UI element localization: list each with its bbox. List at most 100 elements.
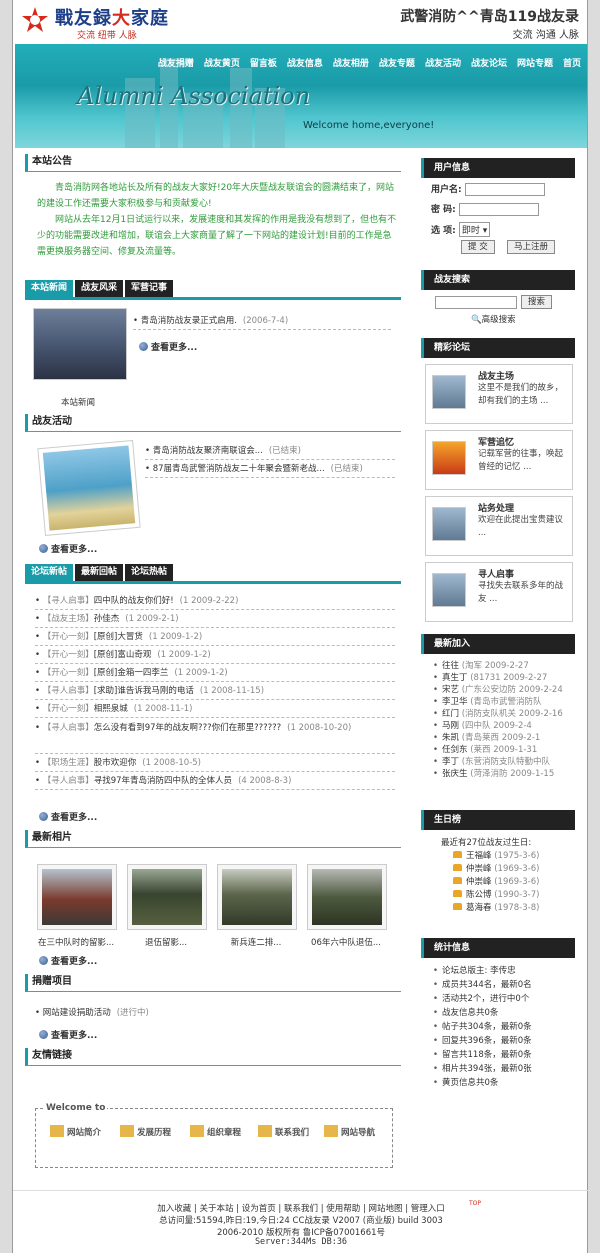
list-item[interactable]: 王福峰 (1975-3-6) [453,850,573,863]
activity-image[interactable] [37,439,141,537]
photo-caption[interactable]: 新兵连二排... [211,936,301,948]
list-item[interactable]: • 【开心一刻】[原创]富山奇观 (1 2009-1-2) [35,646,395,664]
tab-new-posts[interactable]: 论坛新帖 [25,564,74,581]
list-item[interactable]: 李卫华 (青岛市武警消防队 [433,696,583,708]
link-sitemap[interactable]: 网站导航 [324,1125,375,1138]
list-item[interactable]: • 网站建设捐助活动 (进行中) [35,1004,235,1022]
stat-item: 论坛总版主: 李传忠 [433,964,583,978]
tab-site-news[interactable]: 本站新闻 [25,280,74,297]
news-image[interactable] [33,308,127,380]
cake-icon [453,877,462,884]
tab-style[interactable]: 战友风采 [75,280,124,297]
nav-donate[interactable]: 战友捐赠 [158,59,194,69]
more-icon [39,812,48,821]
list-item[interactable]: 葛海春 (1978-3-8) [453,902,573,915]
list-item[interactable]: • 青岛消防战友聚济南联谊会... (已结束) [145,442,395,460]
forum-thumb [432,441,466,475]
donation-more-link[interactable]: 查看更多... [39,1028,97,1041]
links-title: 友情链接 [25,1048,401,1066]
news-image-caption: 本站新闻 [61,398,96,408]
activity-title: 战友活动 [25,414,401,432]
nav-yellowpages[interactable]: 战友黄页 [204,59,240,69]
search-button[interactable]: 搜索 [521,295,553,309]
link-contact[interactable]: 联系我们 [258,1125,309,1138]
list-item[interactable]: • 【寻人启事】怎么没有看到97年的战友啊???你们在那里?????? (1 20… [35,718,395,754]
list-item[interactable]: 张庆生 (菏泽消防 2009-1-15 [433,768,583,780]
photo-thumb[interactable] [307,864,387,930]
list-item[interactable]: 红门 (消防支队机关 2009-2-16 [433,708,583,720]
list-item[interactable]: • 【战友主场】孙佳杰 (1 2009-2-1) [35,610,395,628]
list-item[interactable]: 仲崇峰 (1969-3-6) [453,863,573,876]
nav-home[interactable]: 首页 [563,59,581,69]
tab-barracks[interactable]: 军营记事 [125,280,174,297]
list-item[interactable]: • 【开心一刻】[原创]大冒货 (1 2009-1-2) [35,628,395,646]
photo-caption[interactable]: 在三中队时的留影... [31,936,121,948]
footer-count: 总访问量:51594,昨日:19,今日:24 CC战友录 V2007 (商业版)… [159,1216,443,1226]
nav-site-topics[interactable]: 网站专题 [517,59,553,69]
forum-more-link[interactable]: 查看更多... [39,810,97,823]
list-item[interactable]: • 青岛消防战友录正式启用. (2006-7-4) [133,312,391,330]
forum-card[interactable]: 站务处理 欢迎在此提出宝贵建议 ... [425,496,573,556]
photo-thumb[interactable] [127,864,207,930]
tab-hot-posts[interactable]: 论坛热帖 [125,564,174,581]
list-item[interactable]: • 【职场生涯】股市欢迎你 (1 2008-10-5) [35,754,395,772]
forums-panel-title: 精彩论坛 [421,338,575,358]
footer-links[interactable]: 加入收藏 | 关于本站 | 设为首页 | 联系我们 | 使用帮助 | 网站地图 … [13,1202,589,1214]
list-item[interactable]: 陈公博 (1990-3-7) [453,889,573,902]
list-item[interactable]: 马刚 (四中队 2009-2-4 [433,720,583,732]
activity-more-link[interactable]: 查看更多... [39,542,97,555]
site-logo[interactable]: 戰友録大家庭 交流 纽带 人脉 [21,4,221,41]
list-item[interactable]: 宋艺 (广东公安边防 2009-2-24 [433,684,583,696]
nav-album[interactable]: 战友相册 [333,59,369,69]
list-item[interactable]: 李丁 (东营消防支队特勤中队 [433,756,583,768]
more-icon [39,544,48,553]
list-item[interactable]: • 【寻人启事】四中队的战友你们好! (1 2009-2-22) [35,592,395,610]
list-item[interactable]: 任剑东 (莱西 2009-1-31 [433,744,583,756]
news-more-link[interactable]: 查看更多... [139,340,197,353]
banner-welcome: Welcome home,everyone! [303,120,435,131]
photo-caption[interactable]: 退伍留影... [121,936,211,948]
forum-card[interactable]: 寻人启事 寻找失去联系多年的战友 ... [425,562,573,622]
notice-title: 本站公告 [25,154,401,172]
nav-topics[interactable]: 战友专题 [379,59,415,69]
list-item[interactable]: • 87届青岛武警消防战友二十年聚会暨新老战... (已结束) [145,460,395,478]
photos-more-link[interactable]: 查看更多... [39,954,97,967]
option-select[interactable]: 即时 ▾ [458,222,491,237]
forum-card[interactable]: 军营追忆 记载军营的往事，唤起曾经的记忆 ... [425,430,573,490]
option-row: 选 项: 即时 ▾ [431,222,491,237]
search-input[interactable] [435,296,517,309]
link-charter[interactable]: 组织章程 [190,1125,241,1138]
forum-card[interactable]: 战友主场 这里不是我们的故乡，却有我们的主场 ... [425,364,573,424]
stat-item: 黄页信息共0条 [433,1076,583,1090]
list-item[interactable]: • 【寻人启事】寻找97年青岛消防四中队的全体人员 (4 2008-8-3) [35,772,395,790]
list-item[interactable]: 朱凯 (青岛莱西 2009-2-1 [433,732,583,744]
register-button[interactable]: 马上注册 [507,240,556,254]
newest-panel-title: 最新加入 [421,634,575,654]
notice-content: 青岛消防网各地站长及所有的战友大家好!20年大庆暨战友联谊会的圆满结束了，网站的… [37,183,397,257]
password-input[interactable] [458,203,539,216]
list-item[interactable]: 真生丁 (81731 2009-2-27 [433,672,583,684]
nav-guestbook[interactable]: 留言板 [250,59,277,69]
back-to-top-icon[interactable]: TOP [469,1200,481,1207]
advanced-search-link[interactable]: 🔍高级搜索 [471,313,516,325]
book-icon [50,1125,64,1137]
donation-title: 捐赠项目 [25,974,401,992]
nav-activity[interactable]: 战友活动 [425,59,461,69]
list-item[interactable]: • 【开心一刻】[原创]金箱一四李兰 (1 2009-1-2) [35,664,395,682]
password-row: 密 码: [431,202,539,216]
nav-forum[interactable]: 战友论坛 [471,59,507,69]
link-intro[interactable]: 网站简介 [50,1125,101,1138]
link-history[interactable]: 发展历程 [120,1125,171,1138]
nav-info[interactable]: 战友信息 [287,59,323,69]
list-item[interactable]: 仲崇峰 (1969-3-6) [453,876,573,889]
list-item[interactable]: 往往 (淘军 2009-2-27 [433,660,583,672]
birthday-list: 王福峰 (1975-3-6) 仲崇峰 (1969-3-6) 仲崇峰 (1969-… [453,850,573,915]
list-item[interactable]: • 【寻人启事】[求助]谁告诉我马刚的电话 (1 2008-11-15) [35,682,395,700]
photo-caption[interactable]: 06年六中队退伍... [301,936,391,948]
username-input[interactable] [464,183,545,196]
login-button[interactable]: 提 交 [461,240,495,254]
photo-thumb[interactable] [217,864,297,930]
tab-new-replies[interactable]: 最新回帖 [75,564,124,581]
list-item[interactable]: • 【开心一刻】相熙泉城 (1 2008-11-1) [35,700,395,718]
photo-thumb[interactable] [37,864,117,930]
